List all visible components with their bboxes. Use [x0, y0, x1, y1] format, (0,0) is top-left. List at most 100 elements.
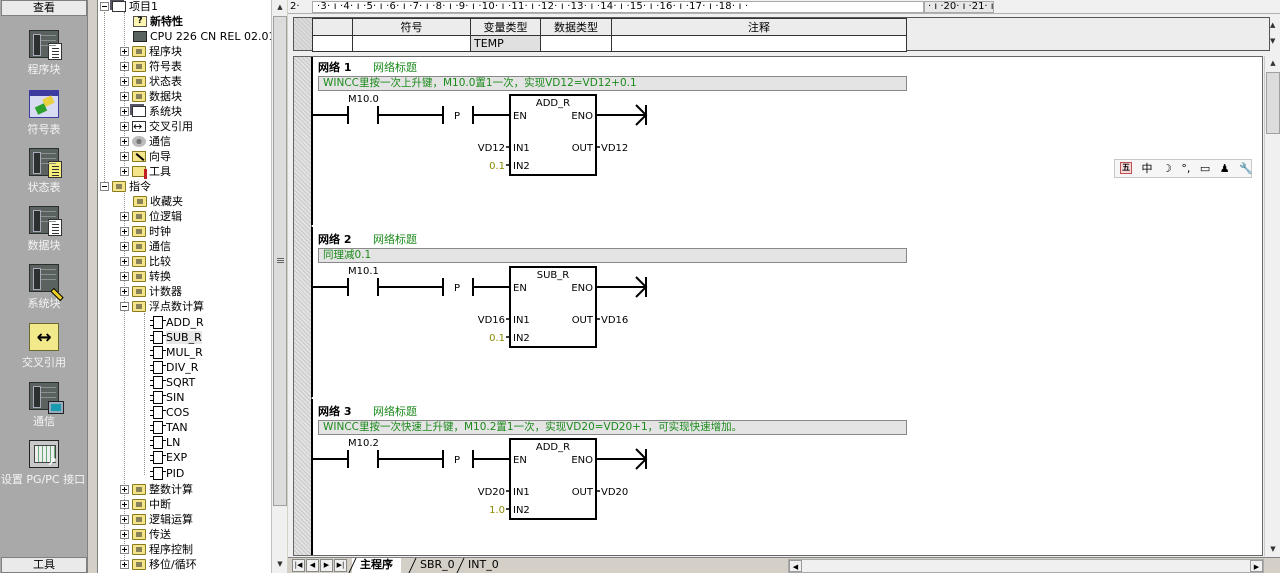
tree-node-cos[interactable]: COS: [150, 405, 189, 420]
tree-node-counter[interactable]: 计数器: [120, 284, 182, 299]
ime-keyboard-icon[interactable]: ▭: [1200, 160, 1210, 177]
scroll-down-icon[interactable]: ▼: [272, 557, 288, 571]
tree-node-system-block[interactable]: 系统块: [120, 104, 182, 119]
ime-halfwidth-icon[interactable]: ☽: [1162, 160, 1172, 177]
scroll-left-icon[interactable]: ◀: [789, 560, 802, 572]
nav-item-cross-reference[interactable]: 交叉引用: [0, 323, 88, 370]
expand-icon[interactable]: [120, 121, 129, 131]
tab-prev-icon[interactable]: ◀: [306, 559, 319, 572]
expand-icon[interactable]: [120, 166, 129, 176]
scroll-up-icon[interactable]: ▲: [272, 0, 288, 14]
tree-node-status-table[interactable]: 状态表: [120, 74, 182, 89]
expand-icon[interactable]: [120, 46, 129, 56]
collapse-icon[interactable]: [100, 181, 109, 191]
tree-node-comm-instr[interactable]: 通信: [120, 239, 171, 254]
expand-icon[interactable]: [120, 226, 129, 236]
tab-main-program[interactable]: 主程序: [352, 558, 401, 573]
tree-node-favorites[interactable]: 收藏夹: [133, 194, 183, 209]
expand-icon[interactable]: [120, 499, 129, 509]
nav-item-status-table[interactable]: 状态表: [0, 148, 88, 195]
ladder-editor[interactable]: 网络 1 网络标题 WINCC里按一次上升键，M10.0置1一次，实现VD12=…: [293, 56, 1263, 556]
nav-item-symbol-table[interactable]: 符号表: [0, 90, 88, 137]
var-cell-var-type[interactable]: TEMP: [470, 35, 541, 52]
network-comment[interactable]: 同理减0.1: [318, 248, 907, 263]
nav-item-system-block[interactable]: 系统块: [0, 264, 88, 311]
tree-node-program-control[interactable]: 程序控制: [120, 542, 193, 557]
expand-icon[interactable]: [120, 286, 129, 296]
scroll-up-icon[interactable]: ▲: [1265, 56, 1280, 70]
editor-scrollbar[interactable]: ▲ ▼: [1264, 56, 1280, 556]
tree-node-compare[interactable]: 比较: [120, 254, 171, 269]
ime-chinese-mode-icon[interactable]: 中: [1142, 160, 1153, 177]
var-cell[interactable]: [312, 35, 353, 52]
tree-node-integer-math[interactable]: 整数计算: [120, 482, 193, 497]
collapse-icon[interactable]: [120, 301, 129, 311]
tree-node-mul-r[interactable]: MUL_R: [150, 345, 203, 360]
var-cell-data-type[interactable]: [540, 35, 612, 52]
tree-node-bit-logic[interactable]: 位逻辑: [120, 209, 182, 224]
var-table-scrollbar[interactable]: ▲ ▼: [1270, 17, 1280, 51]
scrollbar-thumb[interactable]: [273, 16, 287, 506]
network-label[interactable]: 网络 1: [318, 61, 351, 74]
tree-node-tools[interactable]: 工具: [120, 164, 171, 179]
tree-node-instructions[interactable]: 指令: [100, 179, 151, 194]
tree-node-project[interactable]: 项目1: [100, 0, 158, 14]
var-col-header-data-type[interactable]: 数据类型: [540, 18, 612, 36]
tree-node-logic-ops[interactable]: 逻辑运算: [120, 512, 193, 527]
expand-icon[interactable]: [120, 76, 129, 86]
scroll-up-icon[interactable]: ▲: [1270, 21, 1275, 29]
tree-node-new-features[interactable]: 新特性: [133, 14, 183, 29]
tree-node-move[interactable]: 传送: [120, 527, 171, 542]
horizontal-scrollbar[interactable]: ◀ ▶: [788, 559, 1264, 573]
tab-sbr-0[interactable]: SBR_0: [412, 558, 463, 573]
tree-node-data-block[interactable]: 数据块: [120, 89, 182, 104]
scroll-down-icon[interactable]: ▼: [1270, 37, 1275, 45]
var-col-header-var-type[interactable]: 变量类型: [470, 18, 541, 36]
expand-icon[interactable]: [120, 61, 129, 71]
tree-node-div-r[interactable]: DIV_R: [150, 360, 198, 375]
tree-node-program-block[interactable]: 程序块: [120, 44, 182, 59]
tree-node-ln[interactable]: LN: [150, 435, 180, 450]
network-label[interactable]: 网络 3: [318, 405, 351, 418]
expand-icon[interactable]: [120, 484, 129, 494]
nav-item-set-pgpc-interface[interactable]: 设置 PG/PC 接口: [0, 440, 88, 487]
tree-node-add-r[interactable]: ADD_R: [150, 315, 204, 330]
tree-node-wizard[interactable]: 向导: [120, 149, 171, 164]
expand-icon[interactable]: [120, 211, 129, 221]
tools-footer[interactable]: 工具: [1, 557, 87, 573]
tree-node-sqrt[interactable]: SQRT: [150, 375, 195, 390]
tree-node-exp[interactable]: EXP: [150, 450, 187, 465]
tree-node-interrupt[interactable]: 中断: [120, 497, 171, 512]
scroll-down-icon[interactable]: ▼: [1265, 542, 1280, 556]
network-comment[interactable]: WINCC里按一次上升键，M10.0置1一次，实现VD12=VD12+0.1: [318, 76, 907, 91]
expand-icon[interactable]: [120, 106, 129, 116]
ime-user-icon[interactable]: ♟: [1220, 160, 1230, 177]
tree-node-sin[interactable]: SIN: [150, 390, 184, 405]
tree-node-cpu[interactable]: CPU 226 CN REL 02.01: [133, 29, 271, 44]
tree-node-pid[interactable]: PID: [150, 466, 184, 481]
var-col-header-symbol[interactable]: 符号: [352, 18, 471, 36]
tree-node-sub-r[interactable]: SUB_R: [150, 330, 202, 345]
network-title[interactable]: 网络标题: [373, 405, 417, 418]
network-comment[interactable]: WINCC里按一次快速上升键，M10.2置1一次，实现VD20=VD20+1，可…: [318, 420, 907, 435]
var-cell-symbol[interactable]: [352, 35, 471, 52]
tab-next-icon[interactable]: ▶: [320, 559, 333, 572]
tree-node-tan[interactable]: TAN: [150, 420, 188, 435]
var-col-header-comment[interactable]: 注释: [611, 18, 907, 36]
scrollbar-thumb[interactable]: [1266, 72, 1280, 134]
tree-node-symbol-table[interactable]: 符号表: [120, 59, 182, 74]
ime-punctuation-icon[interactable]: °,: [1181, 160, 1190, 177]
tab-first-icon[interactable]: |◀: [292, 559, 305, 572]
network-label[interactable]: 网络 2: [318, 233, 351, 246]
expand-icon[interactable]: [120, 256, 129, 266]
expand-icon[interactable]: [120, 529, 129, 539]
tree-node-float-math[interactable]: 浮点数计算: [120, 299, 204, 314]
tree-node-communication[interactable]: 通信: [120, 134, 171, 149]
expand-icon[interactable]: [120, 559, 129, 569]
tree-node-clock[interactable]: 时钟: [120, 224, 171, 239]
tab-int-0[interactable]: INT_0: [460, 558, 507, 573]
network-title[interactable]: 网络标题: [373, 61, 417, 74]
view-header[interactable]: 查看: [1, 0, 87, 16]
expand-icon[interactable]: [120, 241, 129, 251]
tab-last-icon[interactable]: ▶|: [334, 559, 347, 572]
